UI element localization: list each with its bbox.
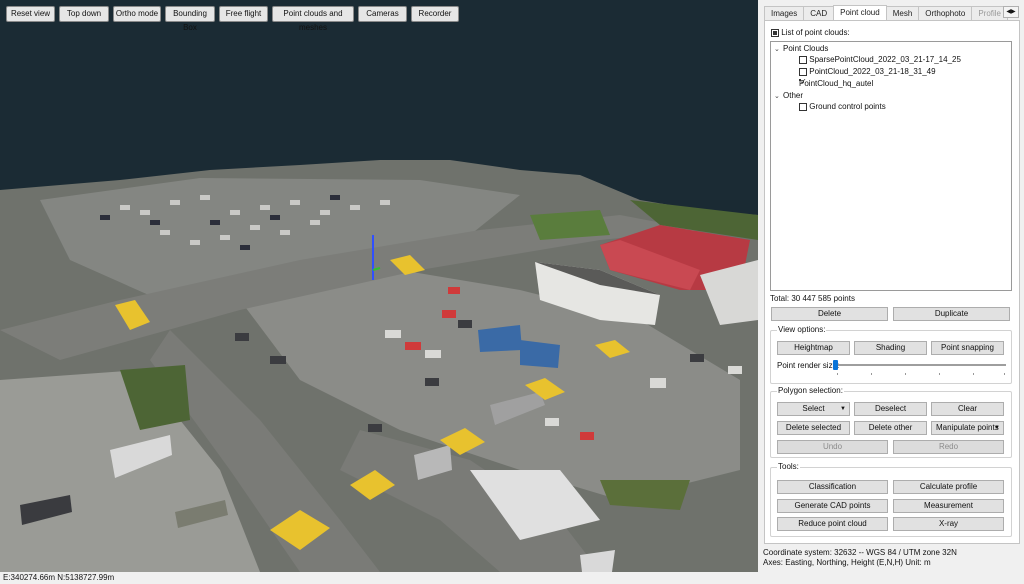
point-cloud-tree[interactable]: ⌄ Point Clouds SparsePointCloud_2022_03_2… xyxy=(770,41,1012,291)
select-label: Select xyxy=(802,404,825,413)
list-of-point-clouds-row: List of point clouds: xyxy=(771,28,850,37)
delete-button[interactable]: Delete xyxy=(771,307,888,321)
generate-cad-points-button[interactable]: Generate CAD points xyxy=(777,499,888,513)
view-options-group: View options: Heightmap Shading Point sn… xyxy=(770,325,1012,384)
slider-tick xyxy=(939,373,940,375)
total-points-label: Total: 30 447 585 points xyxy=(770,294,855,303)
coordinate-system-label: Coordinate system: 32632 -- WGS 84 / UTM… xyxy=(763,548,957,557)
deselect-button[interactable]: Deselect xyxy=(854,402,927,416)
tree-group-other[interactable]: ⌄ Other xyxy=(774,91,803,102)
tools-title: Tools: xyxy=(777,462,800,471)
measurement-button[interactable]: Measurement xyxy=(893,499,1004,513)
tree-group-label: Point Clouds xyxy=(783,44,829,53)
tab-cad[interactable]: CAD xyxy=(803,6,835,20)
select-dropdown-button[interactable]: Select ▼ xyxy=(777,402,850,416)
calculate-profile-button[interactable]: Calculate profile xyxy=(893,480,1004,494)
point-render-size-label: Point render size: xyxy=(777,361,840,370)
recorder-button[interactable]: Recorder xyxy=(411,6,459,22)
slider-tick xyxy=(871,373,872,375)
tree-item[interactable]: SparsePointCloud_2022_03_21-17_14_25 xyxy=(799,55,961,65)
free-flight-button[interactable]: Free flight xyxy=(219,6,268,22)
polygon-selection-title: Polygon selection: xyxy=(777,386,844,395)
tree-item-checkbox[interactable] xyxy=(799,67,807,76)
tree-item-label: Ground control points xyxy=(809,102,886,111)
manipulate-points-dropdown-button[interactable]: Manipulate points ▼ xyxy=(931,421,1004,435)
heightmap-button[interactable]: Heightmap xyxy=(777,341,850,355)
shading-button[interactable]: Shading xyxy=(854,341,927,355)
list-of-point-clouds-checkbox[interactable] xyxy=(771,28,779,37)
delete-selected-button[interactable]: Delete selected xyxy=(777,421,850,435)
tree-group-label: Other xyxy=(783,91,804,100)
duplicate-button[interactable]: Duplicate xyxy=(893,307,1010,321)
tree-item[interactable]: Ground control points xyxy=(799,102,886,112)
bounding-box-button[interactable]: Bounding Box xyxy=(165,6,215,32)
tab-scroll-arrows-icon[interactable]: ◀▶ xyxy=(1003,6,1019,18)
clear-button[interactable]: Clear xyxy=(931,402,1004,416)
tab-mesh[interactable]: Mesh xyxy=(885,6,920,20)
slider-handle[interactable] xyxy=(833,360,838,370)
expand-arrow-icon[interactable]: ⌄ xyxy=(774,45,783,55)
undo-button[interactable]: Undo xyxy=(777,440,888,454)
point-cloud-viewport[interactable]: Reset view Top down Ortho mode Bounding … xyxy=(0,0,758,572)
status-bar: E:340274.66m N:5138727.99m xyxy=(0,572,1024,584)
redo-button[interactable]: Redo xyxy=(893,440,1004,454)
slider-tick xyxy=(905,373,906,375)
tree-item-checkbox[interactable] xyxy=(799,77,807,87)
expand-arrow-icon[interactable]: ⌄ xyxy=(774,92,783,102)
tree-item-checkbox[interactable] xyxy=(799,55,807,64)
reset-view-button[interactable]: Reset view xyxy=(6,6,55,22)
top-down-button[interactable]: Top down xyxy=(59,6,109,22)
point-cloud-tab-page: List of point clouds: ⌄ Point Clouds Spar… xyxy=(764,20,1020,544)
tree-item-checkbox[interactable] xyxy=(799,102,807,111)
cameras-button[interactable]: Cameras xyxy=(358,6,407,22)
tree-item-label: SparsePointCloud_2022_03_21-17_14_25 xyxy=(809,55,961,64)
tree-item-label: PointCloud_2022_03_21-18_31_49 xyxy=(809,67,936,76)
tab-images[interactable]: Images xyxy=(764,6,805,20)
polygon-selection-group: Polygon selection: Select ▼ Deselect Clea… xyxy=(770,386,1012,458)
point-snapping-button[interactable]: Point snapping xyxy=(931,341,1004,355)
cursor-coordinates: E:340274.66m N:5138727.99m xyxy=(3,573,115,582)
slider-tick xyxy=(1004,373,1005,375)
tab-orthophoto[interactable]: Orthophoto xyxy=(918,6,973,20)
view-options-title: View options: xyxy=(777,325,827,334)
dropdown-arrow-icon: ▼ xyxy=(994,425,1000,431)
list-of-point-clouds-label: List of point clouds: xyxy=(781,28,850,37)
point-cloud-render xyxy=(0,0,758,572)
reduce-point-cloud-button[interactable]: Reduce point cloud xyxy=(777,517,888,531)
classification-button[interactable]: Classification xyxy=(777,480,888,494)
tree-item[interactable]: PointCloud_2022_03_21-18_31_49 xyxy=(799,67,936,77)
dropdown-arrow-icon: ▼ xyxy=(840,406,846,412)
x-ray-button[interactable]: X-ray xyxy=(893,517,1004,531)
tab-point-cloud[interactable]: Point cloud xyxy=(833,5,887,20)
side-panel: Images CAD Point cloud Mesh Orthophoto P… xyxy=(760,0,1024,572)
slider-tick xyxy=(973,373,974,375)
tools-group: Tools: Classification Calculate profile … xyxy=(770,462,1012,537)
axes-info-label: Axes: Easting, Northing, Height (E,N,H) … xyxy=(763,558,931,567)
tree-item[interactable]: PointCloud_hq_autel xyxy=(799,77,874,89)
tab-bar: Images CAD Point cloud Mesh Orthophoto P… xyxy=(764,5,1008,20)
tree-item-label: PointCloud_hq_autel xyxy=(799,79,874,88)
point-render-size-slider[interactable] xyxy=(833,364,1006,366)
tree-group-point-clouds[interactable]: ⌄ Point Clouds xyxy=(774,44,828,55)
manipulate-points-label: Manipulate points xyxy=(936,423,999,432)
ortho-mode-button[interactable]: Ortho mode xyxy=(113,6,161,22)
point-clouds-and-meshes-button[interactable]: Point clouds and meshes xyxy=(272,6,354,32)
slider-tick xyxy=(837,373,838,375)
delete-other-button[interactable]: Delete other xyxy=(854,421,927,435)
